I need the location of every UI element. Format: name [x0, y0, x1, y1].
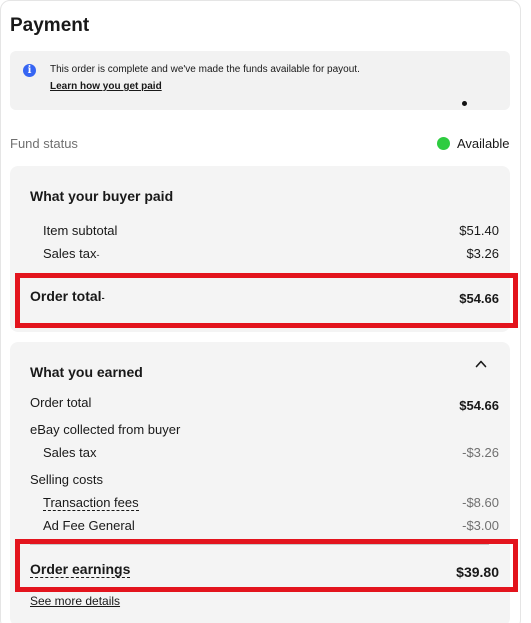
info-banner: i This order is complete and we've made … — [10, 51, 510, 110]
page-title: Payment — [10, 15, 90, 36]
transaction-fees-label[interactable]: Transaction fees — [43, 495, 139, 511]
earned-sales-tax-value: -$3.26 — [462, 445, 499, 460]
info-icon: i — [23, 64, 36, 77]
ad-fee-label: Ad Fee General — [43, 518, 135, 533]
selling-costs-label: Selling costs — [30, 472, 103, 487]
payment-card: Payment i This order is complete and we'… — [0, 0, 521, 623]
buyer-paid-heading: What your buyer paid — [30, 188, 174, 204]
learn-how-link[interactable]: Learn how you get paid — [50, 81, 162, 92]
chevron-up-icon[interactable] — [475, 358, 487, 370]
item-subtotal-label: Item subtotal — [43, 223, 118, 238]
transaction-fees-value: -$8.60 — [462, 495, 499, 510]
earned-sales-tax-label: Sales tax — [43, 445, 97, 460]
item-subtotal-value: $51.40 — [459, 223, 499, 238]
buyer-sales-tax-value: $3.26 — [466, 246, 499, 261]
ebay-collected-label: eBay collected from buyer — [30, 422, 181, 437]
status-dot-icon — [437, 136, 450, 150]
ad-fee-value: -$3.00 — [462, 518, 499, 533]
earned-heading: What you earned — [30, 364, 143, 380]
buyer-sales-tax-label[interactable]: Sales tax‑ — [43, 246, 99, 261]
earned-order-total-value: $54.66 — [459, 398, 499, 413]
order-total-highlight — [15, 273, 518, 328]
see-more-details-link[interactable]: See more details — [30, 594, 120, 608]
info-message: This order is complete and we've made th… — [50, 64, 360, 75]
cursor-dot — [462, 101, 467, 106]
fund-status-value: Available — [457, 135, 510, 151]
fund-status-label: Fund status — [10, 136, 78, 151]
fund-status: Available — [437, 134, 510, 152]
earned-order-total-label: Order total — [30, 395, 92, 410]
order-earnings-highlight — [15, 539, 518, 592]
